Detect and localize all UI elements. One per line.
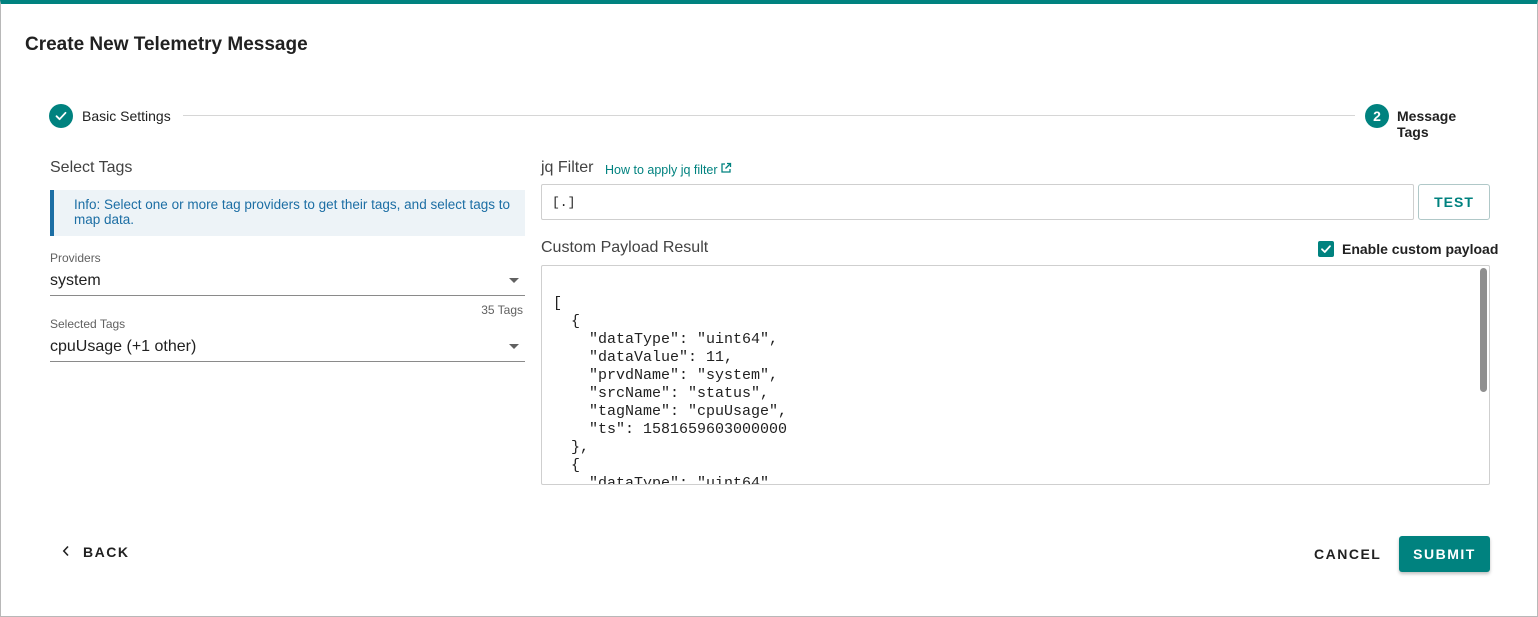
select-tags-heading: Select Tags [50, 159, 133, 176]
dialog-title: Create New Telemetry Message [25, 34, 308, 55]
dropdown-arrow-icon [509, 344, 519, 349]
checkbox-checked-icon[interactable] [1318, 241, 1334, 257]
providers-select[interactable]: system [50, 268, 525, 296]
stepper: Basic Settings 2 Message Tags [49, 104, 1490, 140]
step-connector [183, 115, 1355, 116]
chevron-left-icon [61, 544, 71, 560]
selected-tags-label: Selected Tags [50, 317, 126, 331]
payload-scrollbar[interactable] [1480, 268, 1487, 392]
step-2-number[interactable]: 2 [1365, 104, 1389, 128]
enable-custom-payload-label[interactable]: Enable custom payload [1342, 241, 1498, 257]
step-2-label[interactable]: Message Tags [1397, 108, 1490, 140]
back-button-label[interactable]: BACK [83, 544, 129, 560]
payload-result-label: Custom Payload Result [541, 239, 709, 256]
jq-filter-label: jq Filter [541, 159, 594, 176]
dropdown-arrow-icon [509, 278, 519, 283]
jq-help-link[interactable]: How to apply jq filter [605, 162, 732, 177]
enable-custom-payload-toggle[interactable]: Enable custom payload [1318, 241, 1498, 257]
step-1-label[interactable]: Basic Settings [82, 108, 171, 124]
providers-label: Providers [50, 251, 101, 265]
providers-value: system [50, 272, 101, 289]
selected-tags-select[interactable]: cpuUsage (+1 other) [50, 334, 525, 362]
step-1-check-icon[interactable] [49, 104, 73, 128]
external-link-icon [720, 162, 732, 177]
payload-json: [ { "dataType": "uint64", "dataValue": 1… [553, 295, 788, 485]
providers-tag-count: 35 Tags [481, 303, 523, 317]
create-telemetry-dialog: Create New Telemetry Message Basic Setti… [0, 0, 1538, 617]
info-banner: Info: Select one or more tag providers t… [50, 190, 525, 236]
selected-tags-value: cpuUsage (+1 other) [50, 338, 197, 355]
cancel-button[interactable]: CANCEL [1314, 546, 1381, 562]
submit-button[interactable]: SUBMIT [1399, 536, 1490, 572]
test-button[interactable]: TEST [1418, 184, 1490, 220]
jq-help-link-text[interactable]: How to apply jq filter [605, 163, 718, 177]
back-button[interactable]: BACK [61, 544, 129, 560]
jq-filter-input[interactable] [541, 184, 1414, 220]
payload-result-textarea[interactable]: [ { "dataType": "uint64", "dataValue": 1… [541, 265, 1490, 485]
